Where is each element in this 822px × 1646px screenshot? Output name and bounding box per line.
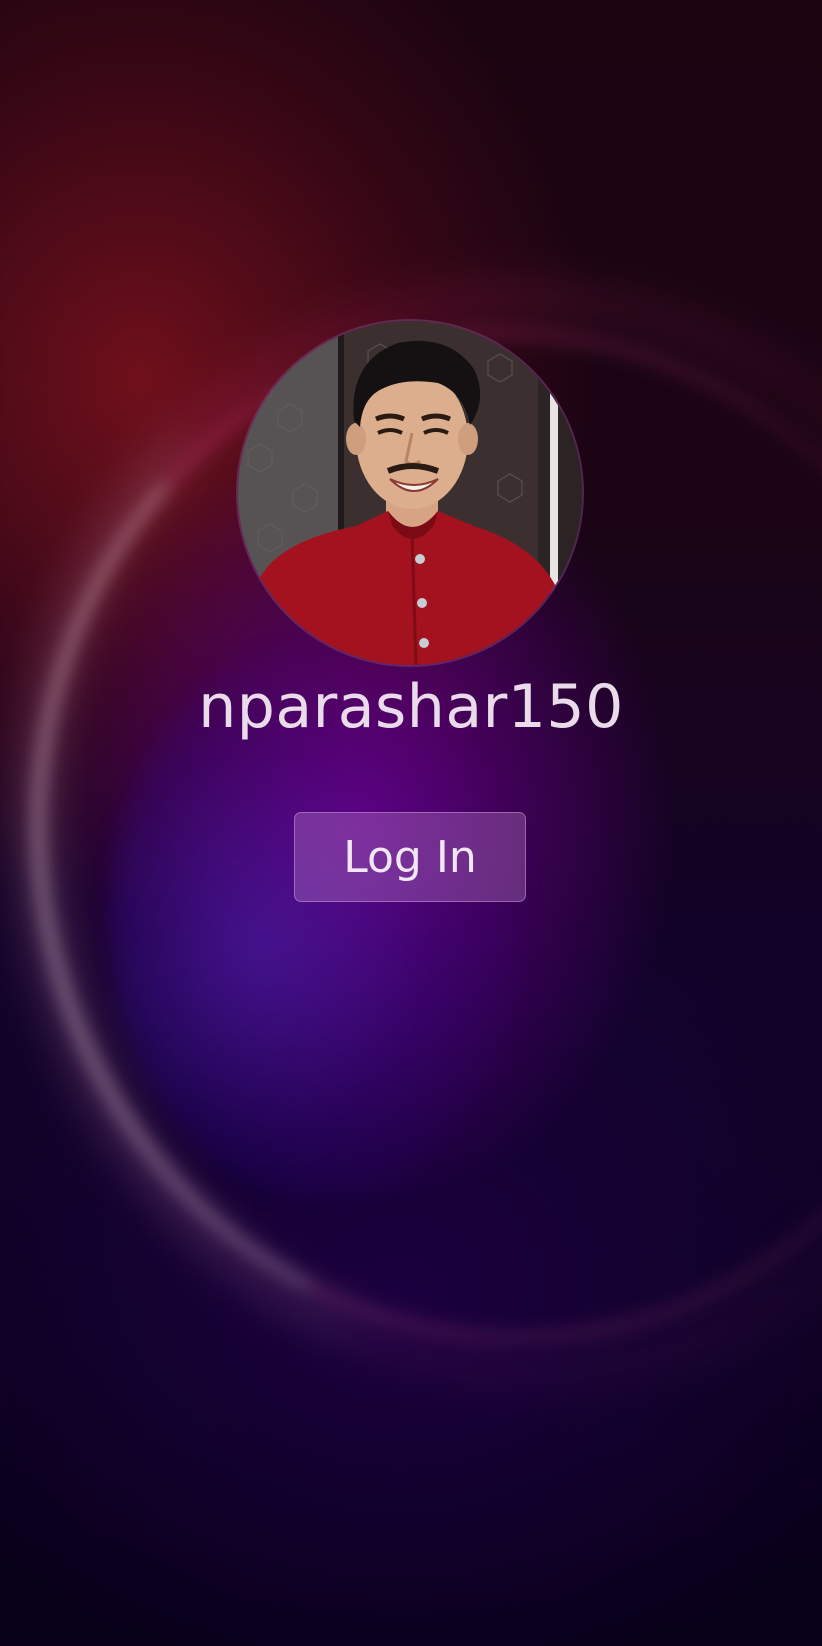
log-in-button[interactable]: Log In — [294, 812, 526, 902]
username-label: nparashar150 — [198, 672, 624, 742]
log-in-button-label: Log In — [343, 831, 477, 883]
avatar-photo — [238, 321, 582, 665]
user-avatar — [238, 321, 582, 665]
